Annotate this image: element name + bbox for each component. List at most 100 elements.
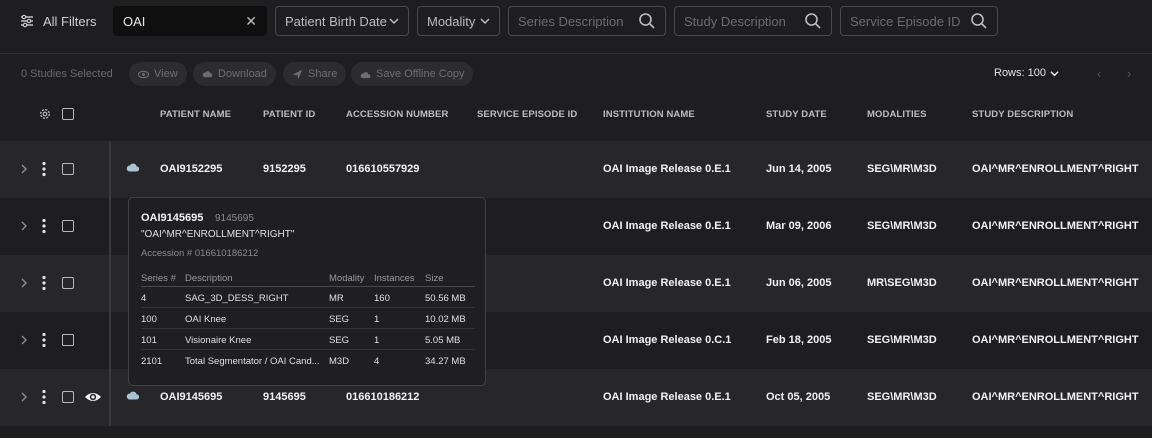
series-number: 2101 xyxy=(141,356,163,367)
rows-per-page-select[interactable]: Rows: 100 xyxy=(994,67,1059,79)
study-description-field[interactable]: Study Description xyxy=(674,6,832,36)
chevron-right-icon[interactable] xyxy=(20,277,28,289)
row-checkbox[interactable] xyxy=(62,391,74,403)
eye-icon xyxy=(138,70,149,78)
search-icon xyxy=(639,13,655,29)
table-row[interactable]: OAI9152295 9152295 016610557929 OAI Imag… xyxy=(0,141,1152,198)
close-icon[interactable]: ✕ xyxy=(245,13,257,30)
series-modality: M3D xyxy=(329,356,350,367)
search-icon xyxy=(971,13,987,29)
selected-count: 0 Studies Selected xyxy=(21,68,113,80)
patient-id-cell: 9145695 xyxy=(263,391,306,403)
row-checkbox[interactable] xyxy=(62,220,74,232)
chevron-right-icon[interactable] xyxy=(20,334,28,346)
all-filters-label: All Filters xyxy=(43,13,97,29)
modality-filter[interactable]: Modality xyxy=(417,6,500,36)
table-header: PATIENT NAME PATIENT ID ACCESSION NUMBER… xyxy=(0,100,1152,130)
institution-cell: OAI Image Release 0.E.1 xyxy=(603,391,731,403)
kebab-icon[interactable] xyxy=(42,389,46,405)
series-row: 101 Visionaire Knee SEG 1 5.05 MB xyxy=(141,329,475,350)
kebab-icon[interactable] xyxy=(42,275,46,291)
series-description: Visionaire Knee xyxy=(185,335,252,346)
study-description-cell: OAI^MR^ENROLLMENT^RIGHT xyxy=(972,277,1139,289)
all-filters-button[interactable]: All Filters xyxy=(20,11,96,31)
study-description-cell: OAI^MR^ENROLLMENT^RIGHT xyxy=(972,163,1139,175)
series-description-placeholder: Series Description xyxy=(518,13,624,29)
column-patient-id[interactable]: PATIENT ID xyxy=(263,109,315,120)
kebab-icon[interactable] xyxy=(42,332,46,348)
modalities-cell: SEG\MR\M3D xyxy=(867,391,937,403)
column-modalities[interactable]: MODALITIES xyxy=(867,109,927,120)
study-date-cell: Oct 05, 2005 xyxy=(766,391,831,403)
study-description-cell: OAI^MR^ENROLLMENT^RIGHT xyxy=(972,391,1139,403)
download-button[interactable]: Download xyxy=(193,62,276,86)
series-instances: 1 xyxy=(374,314,380,325)
series-description-field[interactable]: Series Description xyxy=(508,6,666,36)
chevron-right-icon[interactable] xyxy=(20,220,28,232)
gear-icon[interactable] xyxy=(38,107,52,121)
series-instances: 1 xyxy=(374,335,380,346)
save-offline-button[interactable]: Save Offline Copy xyxy=(351,62,474,86)
modalities-cell: SEG\MR\M3D xyxy=(867,334,937,346)
chevron-down-icon xyxy=(480,18,490,25)
column-institution-name[interactable]: INSTITUTION NAME xyxy=(603,109,695,120)
patient-name-cell: OAI9145695 xyxy=(160,391,223,403)
accession-cell: 016610557929 xyxy=(346,163,420,175)
series-size: 10.02 MB xyxy=(425,314,466,325)
study-date-cell: Mar 09, 2006 xyxy=(766,220,832,232)
series-row: 4 SAG_3D_DESS_RIGHT MR 160 50.56 MB xyxy=(141,287,475,308)
chevron-right-icon[interactable] xyxy=(20,163,28,175)
study-description-placeholder: Study Description xyxy=(684,13,786,29)
kebab-icon[interactable] xyxy=(42,218,46,234)
share-button[interactable]: Share xyxy=(283,62,347,86)
institution-cell: OAI Image Release 0.E.1 xyxy=(603,163,731,175)
series-row: 2101 Total Segmentator / OAI Cand... M3D… xyxy=(141,350,475,371)
row-checkbox[interactable] xyxy=(62,277,74,289)
service-episode-placeholder: Service Episode ID xyxy=(850,13,961,29)
view-button[interactable]: View xyxy=(129,62,187,86)
modality-label: Modality xyxy=(427,13,476,29)
column-study-date[interactable]: STUDY DATE xyxy=(766,109,827,120)
column-service-episode-id[interactable]: SERVICE EPISODE ID xyxy=(477,109,577,120)
study-description-cell: OAI^MR^ENROLLMENT^RIGHT xyxy=(972,220,1139,232)
service-episode-id-field[interactable]: Service Episode ID xyxy=(840,6,998,36)
kebab-icon[interactable] xyxy=(42,161,46,177)
search-icon xyxy=(805,13,821,29)
popover-patient-name: OAI9145695 xyxy=(141,212,204,224)
series-instances: 4 xyxy=(374,356,380,367)
series-size: 5.05 MB xyxy=(425,335,461,346)
series-table-header: Series # Description Modality Instances … xyxy=(141,272,475,287)
series-modality: SEG xyxy=(329,314,350,325)
filter-bar: All Filters OAI ✕ Patient Birth Date Mod… xyxy=(0,0,1152,54)
row-checkbox[interactable] xyxy=(62,163,74,175)
actions-toolbar: 0 Studies Selected View Download Share S… xyxy=(0,62,1152,88)
sliders-icon xyxy=(21,14,33,28)
select-all-checkbox[interactable] xyxy=(62,108,74,120)
previous-page-button[interactable]: ‹ xyxy=(1097,66,1101,81)
column-accession-number[interactable]: ACCESSION NUMBER xyxy=(346,109,448,120)
row-checkbox[interactable] xyxy=(62,334,74,346)
download-label: Download xyxy=(218,68,267,80)
patient-birth-date-filter[interactable]: Patient Birth Date xyxy=(275,6,409,36)
institution-cell: OAI Image Release 0.E.1 xyxy=(603,277,731,289)
series-size: 34.27 MB xyxy=(425,356,466,367)
eye-icon[interactable] xyxy=(84,389,102,405)
rows-per-page-label: Rows: 100 xyxy=(994,67,1046,79)
column-patient-name[interactable]: PATIENT NAME xyxy=(160,109,231,120)
modalities-cell: SEG\MR\M3D xyxy=(867,163,937,175)
study-preview-popover: OAI9145695 9145695 "OAI^MR^ENROLLMENT^RI… xyxy=(128,197,486,386)
cloud-icon xyxy=(126,391,140,400)
series-number: 100 xyxy=(141,314,157,325)
column-study-description[interactable]: STUDY DESCRIPTION xyxy=(972,109,1073,120)
series-modality-header: Modality xyxy=(329,273,365,284)
next-page-button[interactable]: › xyxy=(1127,66,1131,81)
series-instances: 160 xyxy=(374,293,390,304)
institution-cell: OAI Image Release 0.E.1 xyxy=(603,220,731,232)
study-date-cell: Jun 06, 2005 xyxy=(766,277,832,289)
share-label: Share xyxy=(308,68,338,80)
cloud-icon xyxy=(360,71,371,78)
patient-id-cell: 9152295 xyxy=(263,163,306,175)
patient-search-input[interactable]: OAI ✕ xyxy=(113,6,267,36)
view-label: View xyxy=(154,68,178,80)
chevron-right-icon[interactable] xyxy=(20,391,28,403)
